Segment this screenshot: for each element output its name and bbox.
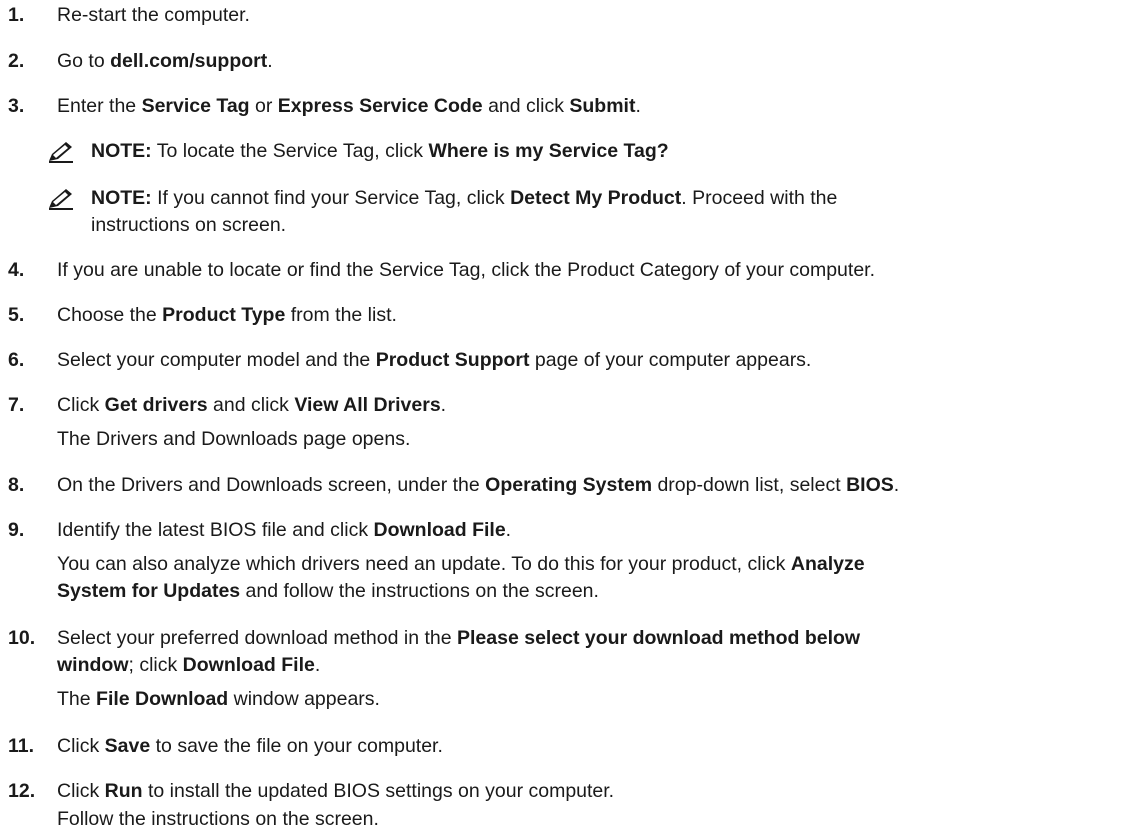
- bold-term: System for Updates: [57, 580, 241, 602]
- text-run: to install the updated BIOS settings on …: [142, 780, 615, 802]
- bold-term: window: [57, 654, 129, 676]
- text-run: .: [505, 519, 512, 541]
- text-run: to save the file on your computer.: [150, 735, 443, 757]
- text-run: .: [267, 50, 273, 72]
- step-line: Identify the latest BIOS file and click …: [57, 517, 1125, 544]
- note-text: NOTE: If you cannot find your Service Ta…: [91, 185, 837, 239]
- text-run: Choose the: [57, 304, 163, 326]
- bold-term: Run: [104, 780, 143, 802]
- step-number: 6.: [8, 349, 25, 371]
- step-number: 12.: [8, 780, 36, 802]
- step-text: Enter the Service Tag or Express Service…: [57, 93, 1125, 120]
- bold-term: Download File: [373, 519, 506, 541]
- step-line: Select your preferred download method in…: [57, 625, 1125, 652]
- step-text: Click Save to save the file on your comp…: [57, 733, 1125, 760]
- step-text: Go to dell.com/support.: [57, 48, 1125, 75]
- step-result: Follow the instructions on the screen.: [57, 808, 379, 830]
- bold-term: Operating System: [485, 474, 653, 496]
- text-run: from the list.: [285, 304, 397, 326]
- step-number: 2.: [8, 50, 25, 72]
- text-run: Select your preferred download method in…: [57, 627, 457, 649]
- step-text: Select your preferred download method in…: [57, 625, 1125, 713]
- step-text: If you are unable to locate or find the …: [57, 257, 1125, 284]
- text-run: instructions on screen.: [91, 214, 287, 236]
- bold-term: File Download: [96, 688, 229, 710]
- step-line: Click Run to install the updated BIOS se…: [57, 778, 1125, 805]
- bold-term: BIOS: [846, 474, 894, 496]
- bold-term: Submit: [569, 95, 636, 117]
- note-line: If you cannot find your Service Tag, cli…: [151, 187, 838, 209]
- step-number: 5.: [8, 304, 25, 326]
- bold-term: Download File: [182, 654, 315, 676]
- step-number: 9.: [8, 519, 25, 541]
- bold-term: View All Drivers: [294, 394, 441, 416]
- text-run: .: [635, 95, 641, 117]
- step-text: Re-start the computer.: [57, 2, 1125, 29]
- text-run: To locate the Service Tag, click: [151, 140, 429, 162]
- step-number: 4.: [8, 259, 25, 281]
- text-run: On the Drivers and Downloads screen, und…: [57, 474, 486, 496]
- bold-term: Detect My Product: [510, 187, 682, 209]
- pencil-note-icon: [49, 189, 73, 210]
- text-run: or: [249, 95, 278, 117]
- text-run: .: [893, 474, 900, 496]
- step-number: 8.: [8, 474, 25, 496]
- step-line: Click Get drivers and click View All Dri…: [57, 392, 1125, 419]
- step-line: window; click Download File.: [57, 652, 1125, 679]
- bold-term: Save: [104, 735, 151, 757]
- text-run: and click: [482, 95, 570, 117]
- text-run: .: [314, 654, 321, 676]
- step-number: 11.: [8, 735, 35, 757]
- text-run: You can also analyze which drivers need …: [57, 553, 791, 575]
- note-line: instructions on screen.: [91, 212, 837, 239]
- step-text: Choose the Product Type from the list.: [57, 302, 1125, 329]
- note-label: NOTE:: [91, 140, 152, 162]
- text-run: Click: [57, 780, 105, 802]
- step-number: 3.: [8, 95, 25, 117]
- text-run: Go to: [57, 50, 111, 72]
- step-text: Select your computer model and the Produ…: [57, 347, 1125, 374]
- text-run: The: [57, 688, 97, 710]
- text-run: .: [440, 394, 447, 416]
- text-run: and click: [207, 394, 295, 416]
- text-run: If you cannot find your Service Tag, cli…: [151, 187, 511, 209]
- bold-term: Service Tag: [141, 95, 250, 117]
- note-text: NOTE: To locate the Service Tag, click W…: [91, 138, 669, 165]
- bold-term: Product Type: [162, 304, 286, 326]
- bold-term: Analyze: [790, 553, 865, 575]
- step-text: Identify the latest BIOS file and click …: [57, 517, 1125, 605]
- bold-term: Product Support: [375, 349, 530, 371]
- bold-term: Please select your download method below: [457, 627, 861, 649]
- text-run: Enter the: [57, 95, 142, 117]
- text-run: page of your computer appears.: [529, 349, 812, 371]
- bold-term: Express Service Code: [277, 95, 483, 117]
- pencil-note-icon: [49, 142, 73, 163]
- note-line: To locate the Service Tag, click Where i…: [152, 140, 669, 162]
- text-run: Re-start the computer.: [57, 4, 250, 26]
- step-number: 10.: [8, 627, 36, 649]
- bold-term: dell.com/support: [110, 50, 268, 72]
- step-detail-line: System for Updates and follow the instru…: [57, 578, 1125, 605]
- text-run: Click: [57, 735, 105, 757]
- text-run: Select your computer model and the: [57, 349, 376, 371]
- text-run: ; click: [128, 654, 183, 676]
- step-text: On the Drivers and Downloads screen, und…: [57, 472, 1125, 499]
- text-run: and follow the instructions on the scree…: [240, 580, 599, 602]
- text-run: window appears.: [228, 688, 380, 710]
- text-run: Click: [57, 394, 105, 416]
- text-run: drop-down list, select: [652, 474, 847, 496]
- step-number: 1.: [8, 4, 25, 26]
- bold-term: Get drivers: [104, 394, 208, 416]
- step-text: Click Run to install the updated BIOS se…: [57, 778, 1125, 833]
- step-result: The File Download window appears.: [57, 686, 1125, 713]
- step-text: Click Get drivers and click View All Dri…: [57, 392, 1125, 453]
- text-run: Identify the latest BIOS file and click: [57, 519, 374, 541]
- step-result: The Drivers and Downloads page opens.: [57, 428, 411, 450]
- step-detail-line: You can also analyze which drivers need …: [57, 551, 1125, 578]
- note-label: NOTE:: [91, 187, 152, 209]
- text-run: If you are unable to locate or find the …: [57, 259, 876, 281]
- step-number: 7.: [8, 394, 25, 416]
- bold-term: Where is my Service Tag?: [428, 140, 669, 162]
- text-run: . Proceed with the: [681, 187, 838, 209]
